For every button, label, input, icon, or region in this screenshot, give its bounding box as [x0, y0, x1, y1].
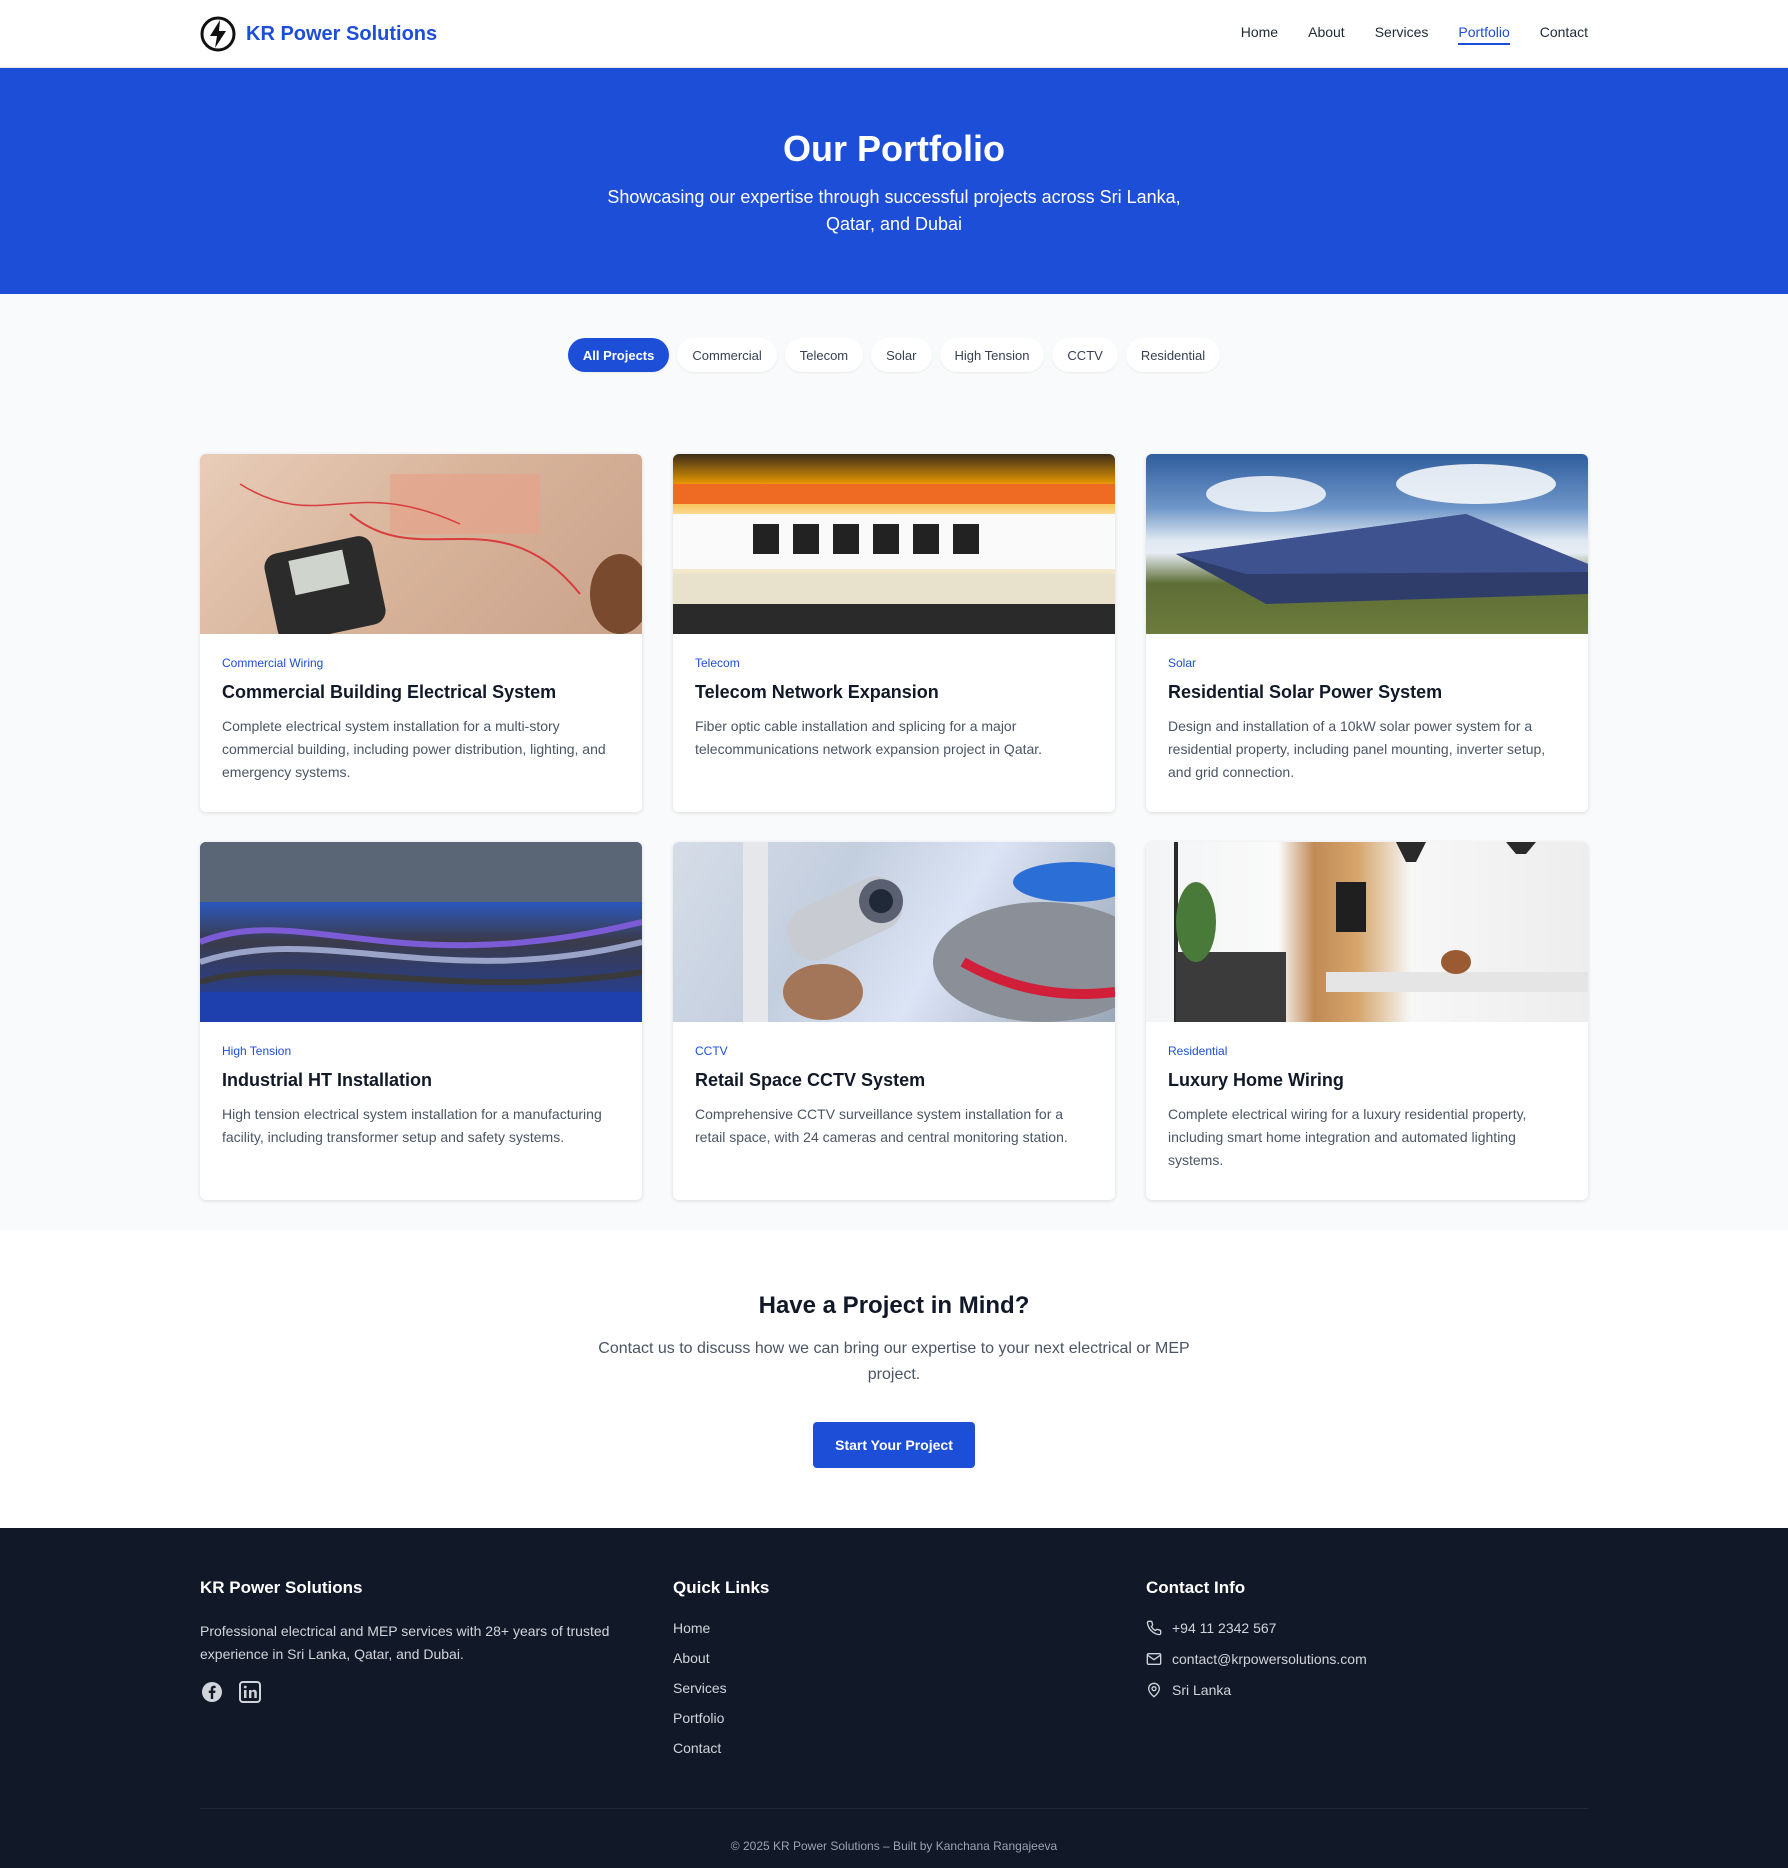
project-title: Residential Solar Power System — [1168, 682, 1443, 702]
filter-bar: All Projects Commercial Telecom Solar Hi… — [0, 338, 1788, 372]
filter-solar[interactable]: Solar — [871, 338, 932, 372]
location-text: Sri Lanka — [1172, 1682, 1232, 1698]
facebook-icon[interactable] — [200, 1680, 224, 1704]
site-header: KR Power Solutions Home About Services P… — [0, 0, 1788, 68]
brand-name: KR Power Solutions — [246, 22, 438, 45]
nav-contact[interactable]: Contact — [1540, 24, 1588, 45]
contact-email: contact@krpowersolutions.com — [1146, 1651, 1588, 1667]
footer-about-column: KR Power Solutions Professional electric… — [200, 1578, 642, 1808]
footer-about-text: Professional electrical and MEP services… — [200, 1623, 610, 1662]
footer-link-contact[interactable]: Contact — [673, 1740, 721, 1756]
copyright: © 2025 KR Power Solutions – Built by Kan… — [200, 1808, 1588, 1853]
project-category: Solar — [1168, 656, 1197, 670]
brand[interactable]: KR Power Solutions — [200, 16, 437, 52]
cta-text: Contact us to discuss how we can bring o… — [598, 1340, 1190, 1383]
project-image-multimeter — [200, 454, 642, 634]
project-title: Telecom Network Expansion — [695, 682, 939, 702]
project-image-terminal-blocks — [200, 842, 642, 1022]
nav-portfolio[interactable]: Portfolio — [1458, 24, 1510, 45]
quick-links-title: Quick Links — [673, 1578, 770, 1597]
project-category: Residential — [1168, 1044, 1228, 1058]
footer-contact-column: Contact Info +94 11 2342 567 contact@krp… — [1146, 1578, 1588, 1808]
project-grid: Commercial Wiring Commercial Building El… — [200, 454, 1588, 1200]
project-card[interactable]: Residential Luxury Home Wiring Complete … — [1146, 842, 1588, 1200]
project-card[interactable]: Solar Residential Solar Power System Des… — [1146, 454, 1588, 812]
page-subtitle: Showcasing our expertise through success… — [607, 187, 1181, 234]
project-category: CCTV — [695, 1044, 728, 1058]
project-description: Complete electrical system installation … — [222, 718, 606, 780]
linkedin-icon[interactable] — [238, 1680, 262, 1704]
contact-info-title: Contact Info — [1146, 1578, 1246, 1597]
project-card[interactable]: High Tension Industrial HT Installation … — [200, 842, 642, 1200]
project-card[interactable]: CCTV Retail Space CCTV System Comprehens… — [673, 842, 1115, 1200]
email-address[interactable]: contact@krpowersolutions.com — [1172, 1651, 1367, 1667]
project-title: Industrial HT Installation — [222, 1070, 433, 1090]
mail-icon — [1146, 1653, 1162, 1665]
project-category: High Tension — [222, 1044, 292, 1058]
project-description: Complete electrical wiring for a luxury … — [1168, 1106, 1527, 1168]
project-description: High tension electrical system installat… — [222, 1106, 602, 1145]
hero-banner: Our Portfolio Showcasing our expertise t… — [0, 68, 1788, 294]
start-project-button[interactable]: Start Your Project — [813, 1422, 975, 1468]
project-category: Telecom — [695, 656, 740, 670]
portfolio-section: All Projects Commercial Telecom Solar Hi… — [0, 294, 1788, 1230]
page-title: Our Portfolio — [783, 128, 1005, 169]
filter-telecom[interactable]: Telecom — [784, 338, 864, 372]
project-image-breakers — [673, 454, 1115, 634]
phone-icon — [1146, 1620, 1162, 1636]
cta-section: Have a Project in Mind? Contact us to di… — [0, 1230, 1788, 1528]
project-category: Commercial Wiring — [222, 656, 324, 670]
project-image-cctv-camera — [673, 842, 1115, 1022]
project-description: Fiber optic cable installation and splic… — [695, 718, 1043, 757]
footer-link-home[interactable]: Home — [673, 1620, 710, 1636]
project-title: Commercial Building Electrical System — [222, 682, 557, 702]
nav-about[interactable]: About — [1308, 24, 1345, 45]
contact-location: Sri Lanka — [1146, 1682, 1588, 1698]
project-title: Retail Space CCTV System — [695, 1070, 926, 1090]
footer-links-column: Quick Links Home About Services Portfoli… — [673, 1578, 1115, 1808]
filter-commercial[interactable]: Commercial — [677, 338, 777, 372]
filter-cctv[interactable]: CCTV — [1052, 338, 1118, 372]
project-card[interactable]: Commercial Wiring Commercial Building El… — [200, 454, 642, 812]
project-title: Luxury Home Wiring — [1168, 1070, 1344, 1090]
project-description: Comprehensive CCTV surveillance system i… — [695, 1106, 1068, 1145]
nav-home[interactable]: Home — [1241, 24, 1278, 45]
filter-residential[interactable]: Residential — [1125, 338, 1221, 372]
phone-number: +94 11 2342 567 — [1172, 1620, 1277, 1636]
project-image-solar-panels — [1146, 454, 1588, 634]
lightning-bolt-icon — [200, 16, 236, 52]
project-card[interactable]: Telecom Telecom Network Expansion Fiber … — [673, 454, 1115, 812]
map-pin-icon — [1147, 1682, 1161, 1698]
filter-high-tension[interactable]: High Tension — [939, 338, 1045, 372]
filter-all-projects[interactable]: All Projects — [567, 338, 670, 372]
project-description: Design and installation of a 10kW solar … — [1168, 718, 1546, 780]
main-nav: Home About Services Portfolio Contact — [1241, 24, 1588, 45]
footer-brand: KR Power Solutions — [200, 1578, 363, 1597]
site-footer: KR Power Solutions Professional electric… — [0, 1528, 1788, 1868]
footer-link-about[interactable]: About — [673, 1650, 710, 1666]
footer-link-services[interactable]: Services — [673, 1680, 727, 1696]
footer-link-portfolio[interactable]: Portfolio — [673, 1710, 724, 1726]
cta-title: Have a Project in Mind? — [758, 1292, 1030, 1319]
social-links — [200, 1680, 642, 1704]
project-image-kitchen — [1146, 842, 1588, 1022]
contact-phone: +94 11 2342 567 — [1146, 1620, 1588, 1636]
nav-services[interactable]: Services — [1375, 24, 1429, 45]
